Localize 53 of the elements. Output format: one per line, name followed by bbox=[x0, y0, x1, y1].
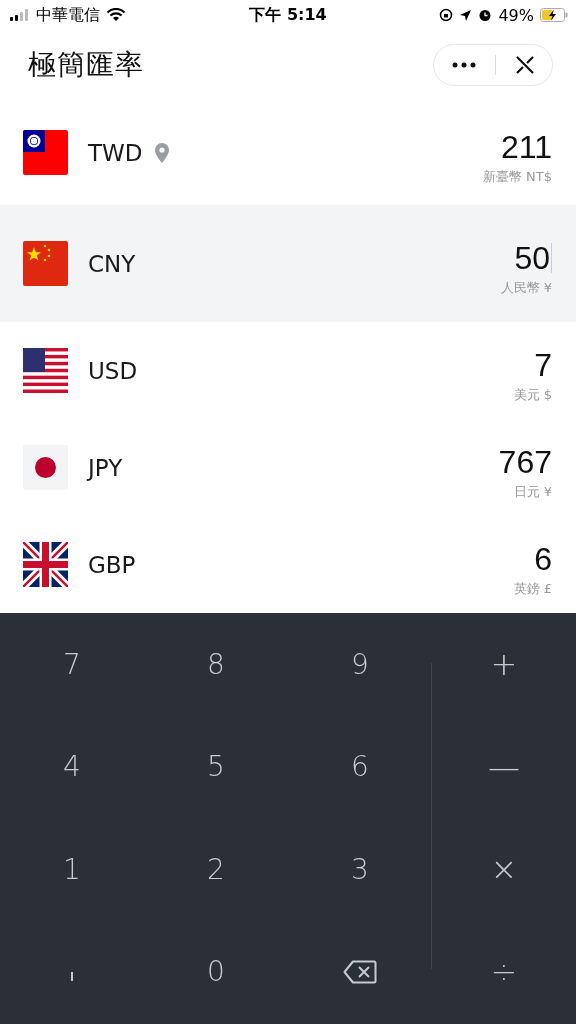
more-icon[interactable] bbox=[451, 62, 476, 68]
digit-key[interactable]: 1 bbox=[42, 844, 102, 895]
wifi-icon bbox=[106, 8, 126, 22]
digit-key[interactable]: 0 bbox=[186, 946, 246, 997]
currency-code: CNY bbox=[88, 250, 136, 277]
currency-code: GBP bbox=[88, 551, 136, 578]
currency-code: JPY bbox=[88, 454, 123, 481]
flag-icon bbox=[23, 348, 68, 393]
flag-icon bbox=[23, 445, 68, 490]
operator-key[interactable]: ÷ bbox=[474, 946, 534, 997]
amount-value: 767 bbox=[498, 442, 552, 481]
carrier-name: 中華電信 bbox=[36, 4, 100, 26]
digit-key[interactable]: 4 bbox=[42, 741, 102, 792]
amount-value: 211 bbox=[501, 127, 552, 166]
digit-key[interactable]: 2 bbox=[186, 844, 246, 895]
currency-name: 美元 $ bbox=[513, 385, 552, 404]
text-cursor bbox=[551, 242, 552, 273]
currency-row[interactable]: CNY 50 人民幣 ¥ bbox=[0, 205, 576, 322]
amount-value: 50 bbox=[514, 238, 550, 277]
location-icon bbox=[459, 8, 473, 22]
operator-key[interactable]: — bbox=[474, 741, 534, 792]
backspace-icon[interactable] bbox=[343, 959, 377, 984]
currency-row[interactable]: JPY 767 日元 ¥ bbox=[0, 419, 576, 516]
currency-name: 英鎊 £ bbox=[513, 579, 552, 598]
currency-row[interactable]: GBP 6 英鎊 £ bbox=[0, 516, 576, 613]
digit-key[interactable]: 5 bbox=[186, 741, 246, 792]
alarm-icon bbox=[478, 8, 493, 22]
battery-percent: 49% bbox=[498, 5, 534, 25]
flag-icon bbox=[23, 130, 68, 175]
operator-key[interactable]: × bbox=[474, 844, 534, 895]
currency-code: TWD bbox=[88, 139, 143, 166]
digit-key[interactable]: 9 bbox=[330, 639, 390, 690]
amount-value: 7 bbox=[534, 345, 552, 384]
operator-key[interactable]: + bbox=[474, 639, 534, 690]
flag-icon bbox=[23, 542, 68, 587]
currency-row[interactable]: TWD 211 新臺幣 NT$ bbox=[0, 100, 576, 205]
close-icon[interactable] bbox=[514, 55, 535, 75]
currency-code: USD bbox=[88, 357, 138, 384]
flag-icon bbox=[23, 241, 68, 286]
battery-charging-icon bbox=[540, 8, 568, 22]
digit-key[interactable]: 8 bbox=[186, 639, 246, 690]
digit-key[interactable]: 6 bbox=[330, 741, 390, 792]
digit-key[interactable]: 3 bbox=[330, 844, 390, 895]
currency-row[interactable]: USD 7 美元 $ bbox=[0, 322, 576, 419]
app-title: 極簡匯率 bbox=[28, 47, 144, 83]
status-time: 下午 5:14 bbox=[249, 4, 327, 26]
signal-icon bbox=[10, 9, 30, 21]
currency-name: 人民幣 ¥ bbox=[500, 278, 552, 297]
rotation-lock-icon bbox=[439, 8, 454, 22]
currency-name: 新臺幣 NT$ bbox=[482, 167, 552, 186]
currency-name: 日元 ¥ bbox=[513, 482, 552, 501]
amount-value: 6 bbox=[534, 539, 552, 578]
digit-key[interactable]: 7 bbox=[42, 639, 102, 690]
